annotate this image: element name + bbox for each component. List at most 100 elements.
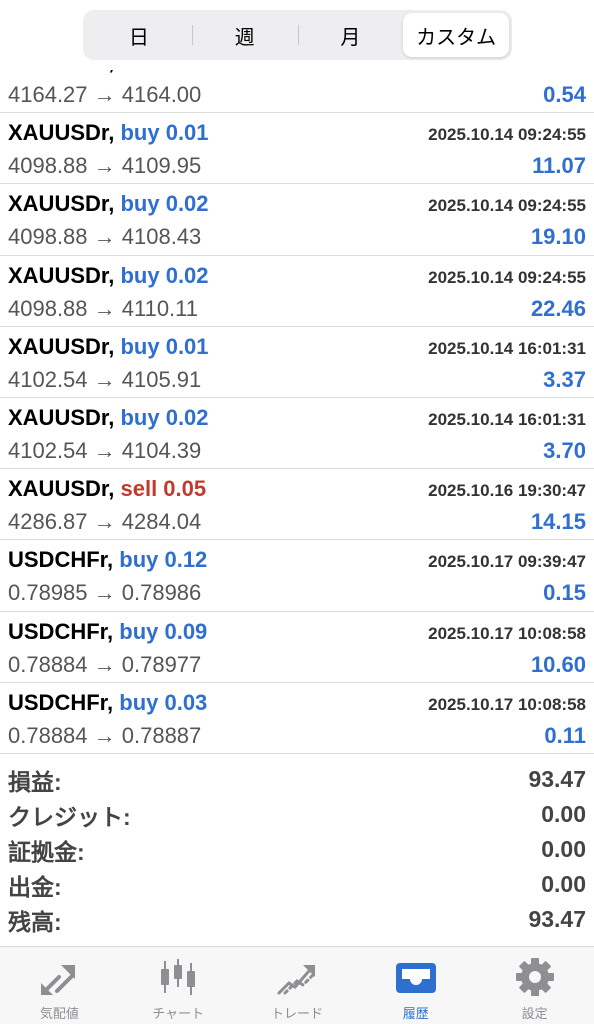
tab-history[interactable]: 履歴	[356, 947, 475, 1024]
trade-title: XAUUSDr, buy 0.02	[8, 405, 209, 431]
summary-withdrawal-row: 出金: 0.00	[0, 867, 594, 902]
trade-row[interactable]: XAUUSDr, sell 0.05 2025.10.16 19:30:47 4…	[0, 469, 594, 541]
trade-symbol: XAUUSDr,	[8, 262, 115, 288]
trade-symbol: XAUUSDr,	[8, 120, 115, 146]
trade-symbol: XAUUSDr,	[8, 476, 115, 502]
gear-icon	[515, 958, 554, 996]
trade-symbol: USDCHFr,	[8, 689, 114, 715]
tab-label: 履歴	[402, 1006, 429, 1021]
trade-title: XAUUSDr, sell 0.05	[8, 476, 206, 502]
trade-row[interactable]: XAUUSDr, buy 0.02 2025.10.14 09:24:55 40…	[0, 184, 594, 256]
period-custom-button[interactable]: カスタム	[403, 13, 509, 57]
tab-label: 設定	[521, 1006, 548, 1021]
trade-side: buy 0.01	[120, 120, 209, 146]
summary-margin-label: 証拠金:	[8, 838, 85, 865]
trade-time: 2025.10.14 16:01:31	[428, 338, 586, 358]
trade-profit: 3.70	[543, 437, 586, 463]
trade-profit: 22.46	[530, 295, 586, 321]
summary-balance-label: 残高:	[8, 908, 62, 935]
trade-time: 2025.10.14 09:24:55	[428, 267, 586, 287]
tab-quotes[interactable]: 気配値	[0, 947, 119, 1024]
summary-margin-value: 0.00	[541, 836, 586, 862]
trade-symbol: XAUUSDr,	[8, 404, 115, 430]
trade-time: 2025.10.17 10:08:58	[428, 694, 586, 714]
quotes-arrows-icon	[41, 965, 76, 995]
trade-time: 2025.10.16 19:30:47	[428, 481, 586, 501]
trade-row[interactable]: XAUUSDr, buy 0.02 2025.10.14 16:01:31 41…	[0, 398, 594, 470]
trade-lines-icon	[277, 965, 317, 995]
trade-symbol: USDCHFr,	[8, 618, 114, 644]
period-week-button[interactable]: 週	[191, 13, 298, 57]
period-month-button[interactable]: 月	[297, 13, 404, 57]
trade-profit: 19.10	[530, 224, 586, 250]
trade-title: XAUUSDr, buy 0.01	[8, 334, 209, 360]
trade-history-list[interactable]: XAUUSDr, sell 0.02 4164.27 → 4164.00 0.5…	[0, 42, 594, 754]
trade-row[interactable]: XAUUSDr, buy 0.01 2025.10.14 16:01:31 41…	[0, 327, 594, 398]
tab-label: トレード	[270, 1006, 323, 1021]
trade-prices: 4102.54 → 4104.39	[8, 437, 202, 463]
summary-profit-row: 損益: 93.47	[0, 762, 594, 797]
tab-label: 気配値	[39, 1006, 79, 1021]
summary-profit-value: 93.47	[528, 766, 586, 792]
trade-prices: 0.78884 → 0.78887	[8, 722, 202, 748]
candlestick-chart-icon	[161, 959, 196, 995]
tab-chart[interactable]: チャート	[119, 947, 238, 1024]
summary-margin-row: 証拠金: 0.00	[0, 832, 594, 867]
trade-row[interactable]: USDCHFr, buy 0.09 2025.10.17 10:08:58 0.…	[0, 612, 594, 683]
trade-prices: 4098.88 → 4109.95	[8, 153, 202, 179]
trade-profit: 10.60	[530, 651, 586, 677]
trade-side: buy 0.02	[120, 262, 209, 288]
trade-profit: 3.37	[543, 366, 586, 392]
history-tray-icon	[395, 963, 436, 993]
trade-profit: 0.15	[543, 580, 586, 606]
tab-label: チャート	[152, 1006, 205, 1021]
trade-side: buy 0.03	[119, 689, 208, 715]
account-summary: 損益: 93.47 クレジット: 0.00 証拠金: 0.00 出金: 0.00…	[0, 762, 594, 937]
trade-profit: 0.11	[544, 722, 586, 748]
trade-time: 2025.10.14 16:01:31	[428, 409, 586, 429]
summary-credit-row: クレジット: 0.00	[0, 797, 594, 832]
tab-settings[interactable]: 設定	[475, 947, 594, 1024]
trade-prices: 4098.88 → 4110.11	[8, 295, 199, 321]
summary-balance-row: 残高: 93.47	[0, 902, 594, 937]
trade-row[interactable]: XAUUSDr, buy 0.02 2025.10.14 09:24:55 40…	[0, 256, 594, 327]
trade-symbol: XAUUSDr,	[8, 333, 115, 359]
trade-prices: 4102.54 → 4105.91	[8, 366, 202, 392]
trade-side: buy 0.01	[120, 333, 209, 359]
trade-prices: 0.78884 → 0.78977	[8, 651, 202, 677]
trade-title: XAUUSDr, buy 0.01	[8, 120, 209, 146]
summary-withdrawal-label: 出金:	[8, 873, 62, 900]
trade-prices: 4098.88 → 4108.43	[8, 224, 202, 250]
trade-symbol: USDCHFr,	[8, 547, 114, 573]
trade-time: 2025.10.17 10:08:58	[428, 623, 586, 643]
trade-side: sell 0.05	[120, 476, 207, 502]
summary-credit-label: クレジット:	[8, 803, 131, 830]
trade-side: buy 0.12	[119, 547, 208, 573]
period-day-button[interactable]: 日	[86, 13, 192, 57]
trade-row[interactable]: USDCHFr, buy 0.03 2025.10.17 10:08:58 0.…	[0, 683, 594, 754]
summary-balance-value: 93.47	[528, 906, 586, 932]
trade-profit: 11.07	[532, 153, 586, 179]
period-bar: 日 週 月 カスタム	[0, 0, 594, 70]
tab-trade[interactable]: トレード	[238, 947, 357, 1024]
trade-side: buy 0.09	[119, 618, 208, 644]
trade-title: USDCHFr, buy 0.12	[8, 547, 207, 573]
summary-withdrawal-value: 0.00	[541, 871, 586, 897]
bottom-tab-bar: 気配値 チャート トレード 履歴 設定	[0, 946, 594, 1024]
trade-time: 2025.10.14 09:24:55	[428, 125, 586, 145]
trade-title: XAUUSDr, buy 0.02	[8, 191, 209, 217]
summary-credit-value: 0.00	[541, 801, 586, 827]
trade-prices: 4164.27 → 4164.00	[8, 82, 202, 107]
trade-side: buy 0.02	[120, 404, 209, 430]
trade-time: 2025.10.17 09:39:47	[428, 552, 586, 572]
summary-profit-label: 損益:	[8, 768, 62, 795]
trade-title: USDCHFr, buy 0.03	[8, 690, 207, 716]
trade-side: buy 0.02	[120, 191, 209, 217]
trade-profit: 0.54	[543, 82, 586, 107]
trade-row[interactable]: XAUUSDr, buy 0.01 2025.10.14 09:24:55 40…	[0, 113, 594, 185]
trade-prices: 0.78985 → 0.78986	[8, 580, 202, 606]
trade-row[interactable]: USDCHFr, buy 0.12 2025.10.17 09:39:47 0.…	[0, 540, 594, 612]
trade-profit: 14.15	[530, 509, 586, 535]
trade-symbol: XAUUSDr,	[8, 191, 115, 217]
trade-title: USDCHFr, buy 0.09	[8, 619, 207, 645]
